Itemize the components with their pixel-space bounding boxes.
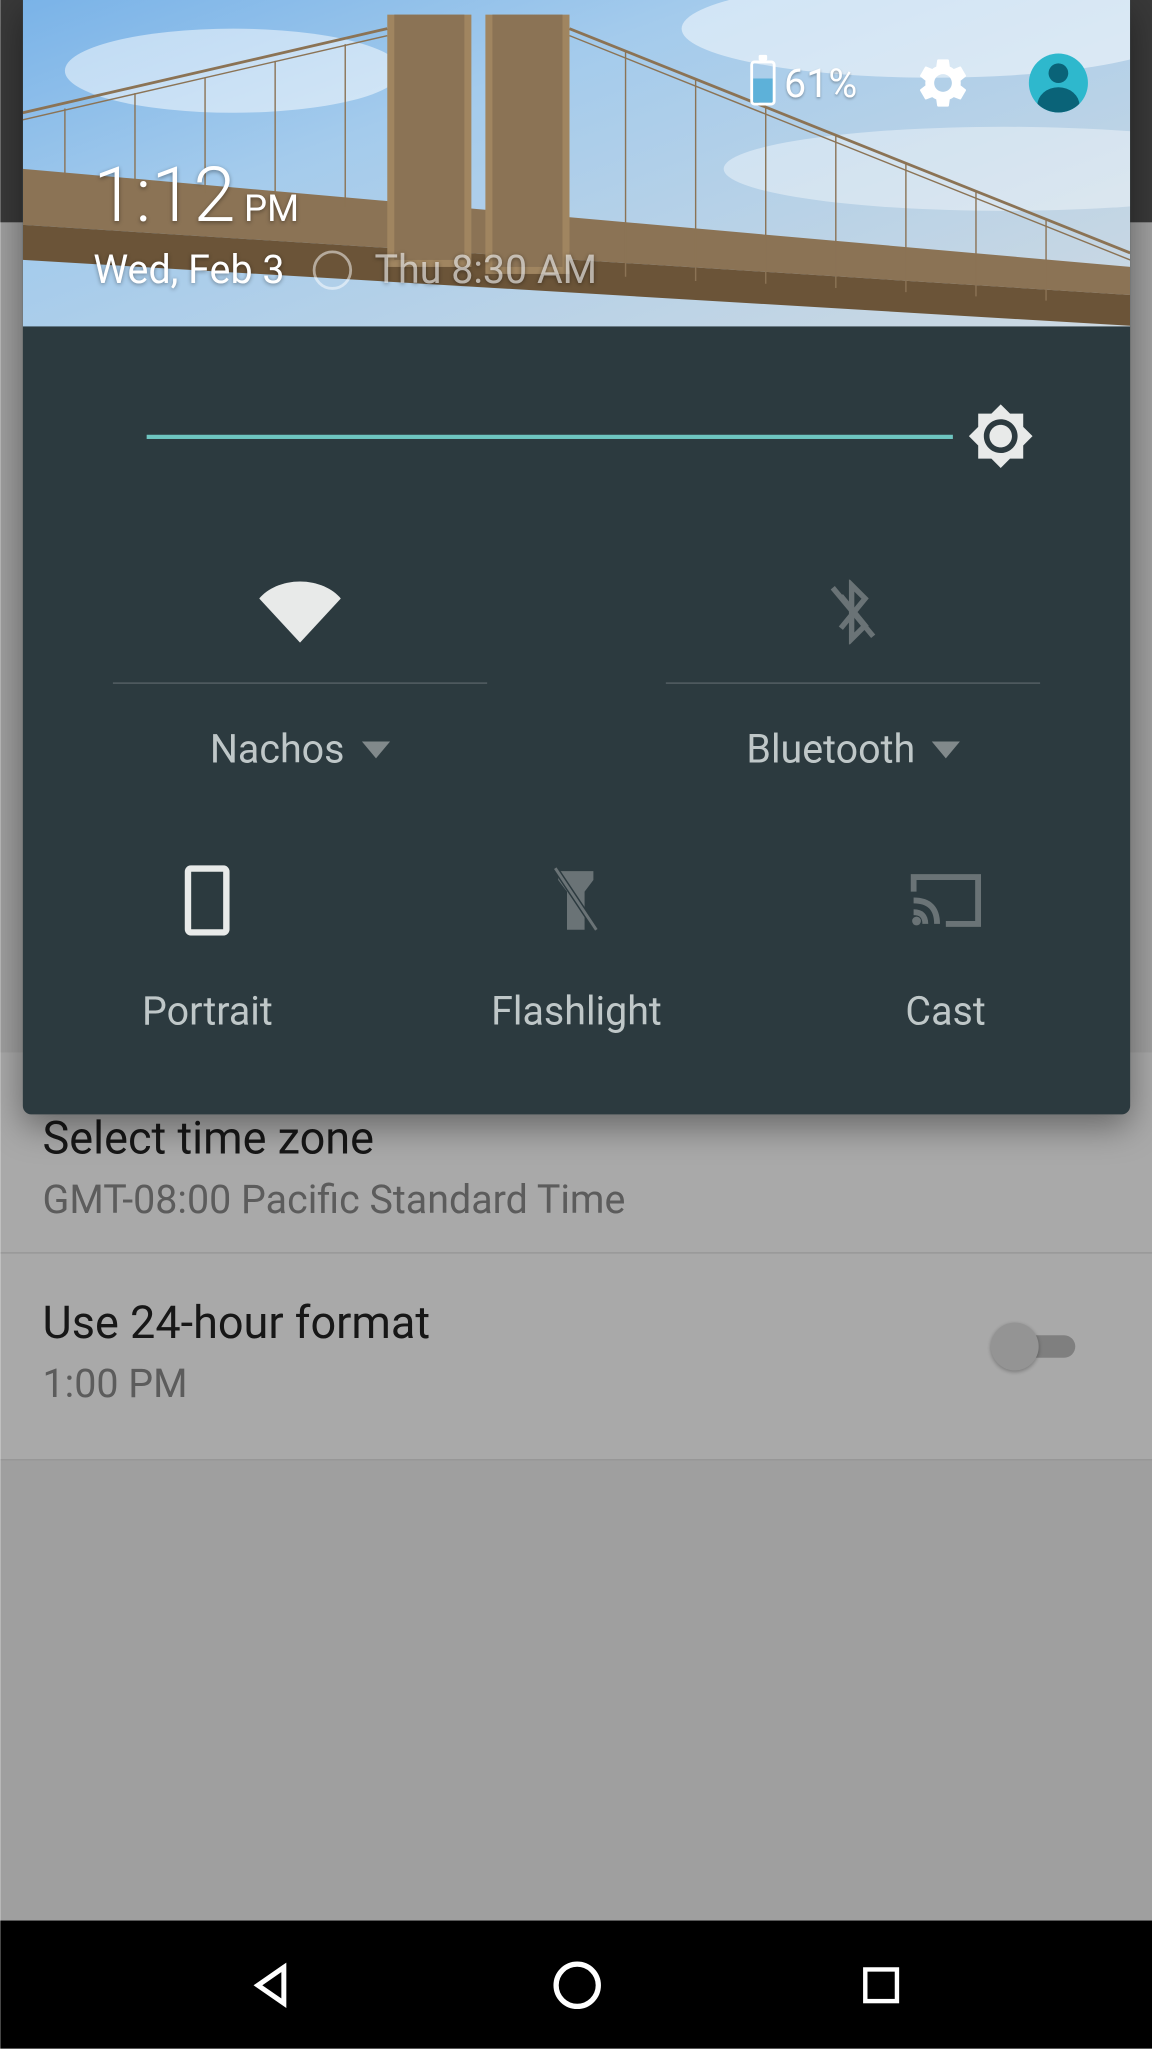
portrait-tile[interactable]: Portrait [22,844,391,1034]
navigation-bar [0,1921,1152,2049]
settings-button[interactable] [913,53,972,112]
brightness-thumb[interactable] [966,402,1034,470]
time-ampm: PM [244,189,299,231]
user-avatar-button[interactable] [1028,53,1087,112]
battery-percent: 61% [784,60,857,106]
time-value: 1:12 [93,152,235,241]
recents-button[interactable] [847,1951,915,2019]
back-triangle-icon [247,1961,295,2009]
flashlight-icon [551,865,602,935]
home-circle-icon [551,1959,602,2010]
quick-settings-panel: 61% 1:12 PM Wed, Feb 3 [22,0,1129,1114]
tile-divider [666,682,1040,683]
avatar-icon [1028,53,1087,112]
cast-tile[interactable]: Cast [761,844,1130,1034]
recents-square-icon [860,1963,902,2005]
back-button[interactable] [237,1951,305,2019]
cast-label: Cast [905,988,985,1034]
date-row: Wed, Feb 3 Thu 8:30 AM [93,246,597,292]
brightness-icon [966,402,1034,470]
bluetooth-tile[interactable]: Bluetooth [576,556,1130,773]
alarm-icon [312,250,351,289]
wifi-icon [258,580,340,645]
status-bar-row: 61% [750,53,1088,112]
flashlight-label: Flashlight [491,988,662,1034]
portrait-icon [182,865,233,935]
battery-status: 61% [750,60,857,106]
bluetooth-dropdown[interactable]: Bluetooth [746,726,960,772]
brightness-slider[interactable] [146,434,952,438]
wifi-label: Nachos [209,726,344,772]
battery-icon [750,61,775,106]
wifi-dropdown[interactable]: Nachos [209,726,389,772]
flashlight-tile[interactable]: Flashlight [391,844,760,1034]
cast-icon [910,871,980,930]
brightness-slider-row [146,366,1034,507]
bluetooth-icon [825,580,881,645]
date-text: Wed, Feb 3 [93,246,284,292]
chevron-down-icon [932,741,960,758]
alarm-text: Thu 8:30 AM [374,246,597,292]
time-date-block[interactable]: 1:12 PM Wed, Feb 3 Thu 8:30 AM [93,152,597,293]
panel-header-wallpaper: 61% 1:12 PM Wed, Feb 3 [22,0,1129,326]
quick-tiles-row-2: Portrait Flashlight [22,844,1129,1034]
portrait-label: Portrait [142,988,273,1034]
quick-tiles-row-1: Nachos Bluetooth [22,556,1129,773]
chevron-down-icon [361,741,389,758]
home-button[interactable] [542,1951,610,2019]
tile-divider [112,682,486,683]
gear-icon [913,53,972,112]
bluetooth-label: Bluetooth [746,726,915,772]
wifi-tile[interactable]: Nachos [22,556,576,773]
clock-time: 1:12 PM [93,152,597,241]
